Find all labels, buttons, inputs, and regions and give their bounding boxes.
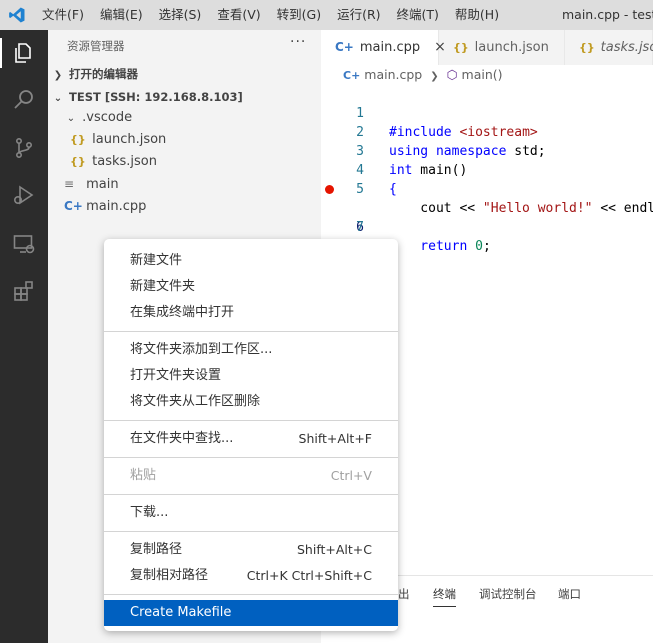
menu-separator [104, 494, 398, 495]
menu-separator [104, 420, 398, 421]
menu-item-copy-relative-path[interactable]: 复制相对路径 Ctrl+K Ctrl+Shift+C [104, 563, 398, 589]
more-actions-icon[interactable]: ··· [290, 34, 306, 50]
menu-item-new-folder[interactable]: 新建文件夹 [104, 274, 398, 300]
tab-ports[interactable]: 端口 [558, 586, 581, 602]
code-line: 3 int main() [321, 123, 653, 178]
title-bar: 文件(F) 编辑(E) 选择(S) 查看(V) 转到(G) 运行(R) 终端(T… [0, 0, 653, 30]
tree-item-label: tasks.json [92, 154, 157, 169]
menu-go[interactable]: 转到(G) [269, 0, 329, 30]
extensions-icon[interactable] [12, 279, 36, 303]
tree-item-vscode[interactable]: ⌄ .vscode [64, 107, 132, 129]
tree-item-main-cpp[interactable]: C+ main.cpp [64, 195, 146, 217]
tab-debug-console[interactable]: 调试控制台 [479, 586, 537, 602]
activity-bar [0, 30, 48, 643]
tree-item-label: main [86, 177, 119, 192]
menu-separator [104, 594, 398, 595]
tree-item-label: .vscode [82, 110, 133, 125]
menu-item-create-makefile[interactable]: Create Makefile [104, 600, 398, 626]
code-line: 7 } [321, 199, 653, 254]
tab-label: launch.json [474, 40, 549, 55]
tab-output[interactable]: 出 [398, 586, 410, 602]
workspace-label: TEST [SSH: 192.168.8.103] [69, 90, 243, 104]
remote-explorer-icon[interactable] [12, 232, 36, 256]
tree-item-tasks-json[interactable]: {} tasks.json [70, 151, 157, 173]
menu-item-find-in-folder[interactable]: 在文件夹中查找... Shift+Alt+F [104, 426, 398, 452]
tree-item-label: main.cpp [86, 199, 147, 214]
menu-item-new-file[interactable]: 新建文件 [104, 248, 398, 274]
tab-launch-json[interactable]: {} launch.json [439, 30, 565, 65]
menu-item-remove-folder[interactable]: 将文件夹从工作区删除 [104, 389, 398, 415]
tree-item-launch-json[interactable]: {} launch.json [70, 129, 166, 151]
breadcrumb: C+ main.cpp ❯ ⬡ main() [321, 65, 653, 85]
breadcrumb-symbol[interactable]: main() [462, 67, 503, 82]
code-line: 1 #include <iostream> [321, 85, 653, 140]
open-editors-section[interactable]: ❯ 打开的编辑器 [48, 63, 138, 85]
file-icon: ≡ [64, 177, 75, 191]
editor-tab-bar: C+main.cpp× {}launch.json {}tasks.json [321, 30, 653, 65]
json-file-icon: {} [70, 155, 86, 168]
vscode-logo-icon [9, 7, 25, 23]
menu-help[interactable]: 帮助(H) [447, 0, 507, 30]
menu-item-open-in-terminal[interactable]: 在集成终端中打开 [104, 300, 398, 326]
active-indicator [0, 38, 2, 68]
tree-item-main[interactable]: ≡ main [64, 173, 119, 195]
menu-separator [104, 331, 398, 332]
cpp-file-icon: C+ [343, 69, 361, 82]
search-icon[interactable] [12, 87, 36, 111]
menu-item-paste: 粘贴 Ctrl+V [130, 468, 372, 483]
chevron-right-icon: ❯ [430, 71, 439, 82]
menu-separator [104, 531, 398, 532]
code-line: 5 cout << "Hello world!" << endl; [321, 161, 653, 216]
open-editors-label: 打开的编辑器 [69, 67, 139, 81]
code-line: 2 using namespace std; [321, 104, 653, 159]
code-line: 6 return 0; [321, 180, 653, 254]
menu-item-open-folder-settings[interactable]: 打开文件夹设置 [104, 363, 398, 389]
menu-item-download[interactable]: 下载... [104, 500, 398, 526]
json-file-icon: {} [70, 133, 86, 146]
tab-label: main.cpp [359, 40, 421, 55]
menu-item-copy-path[interactable]: 复制路径 Shift+Alt+C [104, 537, 398, 563]
cpp-file-icon: C+ [335, 40, 354, 54]
explorer-icon[interactable] [12, 41, 36, 65]
chevron-down-icon: ⌄ [53, 93, 63, 104]
source-control-icon[interactable] [12, 136, 36, 160]
breakpoint-icon[interactable] [325, 185, 334, 194]
menu-selection[interactable]: 选择(S) [151, 0, 210, 30]
tab-main-cpp[interactable]: C+ main.cpp × [321, 30, 446, 65]
sidebar-title: 资源管理器 [67, 39, 125, 53]
line-number: 7 [356, 220, 364, 235]
menu-file[interactable]: 文件(F) [34, 0, 92, 30]
run-debug-icon[interactable] [12, 183, 36, 207]
breadcrumb-file[interactable]: main.cpp [364, 67, 422, 82]
window-title: main.cpp - test [S [562, 7, 653, 22]
code-line: 4 { [321, 142, 653, 197]
context-menu: 新建文件 新建文件夹 在集成终端中打开 将文件夹添加到工作区... 打开文件夹设… [104, 239, 398, 631]
workspace-section[interactable]: ⌄ TEST [SSH: 192.168.8.103] [48, 86, 243, 108]
menu-terminal[interactable]: 终端(T) [389, 0, 447, 30]
tab-tasks-json[interactable]: {} tasks.json [565, 30, 653, 65]
chevron-down-icon: ⌄ [66, 113, 76, 124]
tab-label: tasks.json [600, 40, 653, 55]
menu-run[interactable]: 运行(R) [329, 0, 388, 30]
tree-item-label: launch.json [92, 132, 167, 147]
menu-item-add-folder-to-workspace[interactable]: 将文件夹添加到工作区... [104, 337, 398, 363]
menu-separator [104, 457, 398, 458]
cpp-file-icon: C+ [64, 199, 83, 213]
menu-edit[interactable]: 编辑(E) [92, 0, 151, 30]
menu-view[interactable]: 查看(V) [209, 0, 268, 30]
tab-terminal[interactable]: 终端 [433, 586, 456, 607]
code-editor[interactable]: 1 #include <iostream> 2 using namespace … [321, 85, 653, 254]
json-file-icon: {} [453, 41, 469, 54]
chevron-right-icon: ❯ [53, 70, 63, 81]
menu-bar: 文件(F) 编辑(E) 选择(S) 查看(V) 转到(G) 运行(R) 终端(T… [34, 0, 507, 30]
json-file-icon: {} [579, 41, 595, 54]
cube-icon: ⬡ [446, 67, 458, 82]
